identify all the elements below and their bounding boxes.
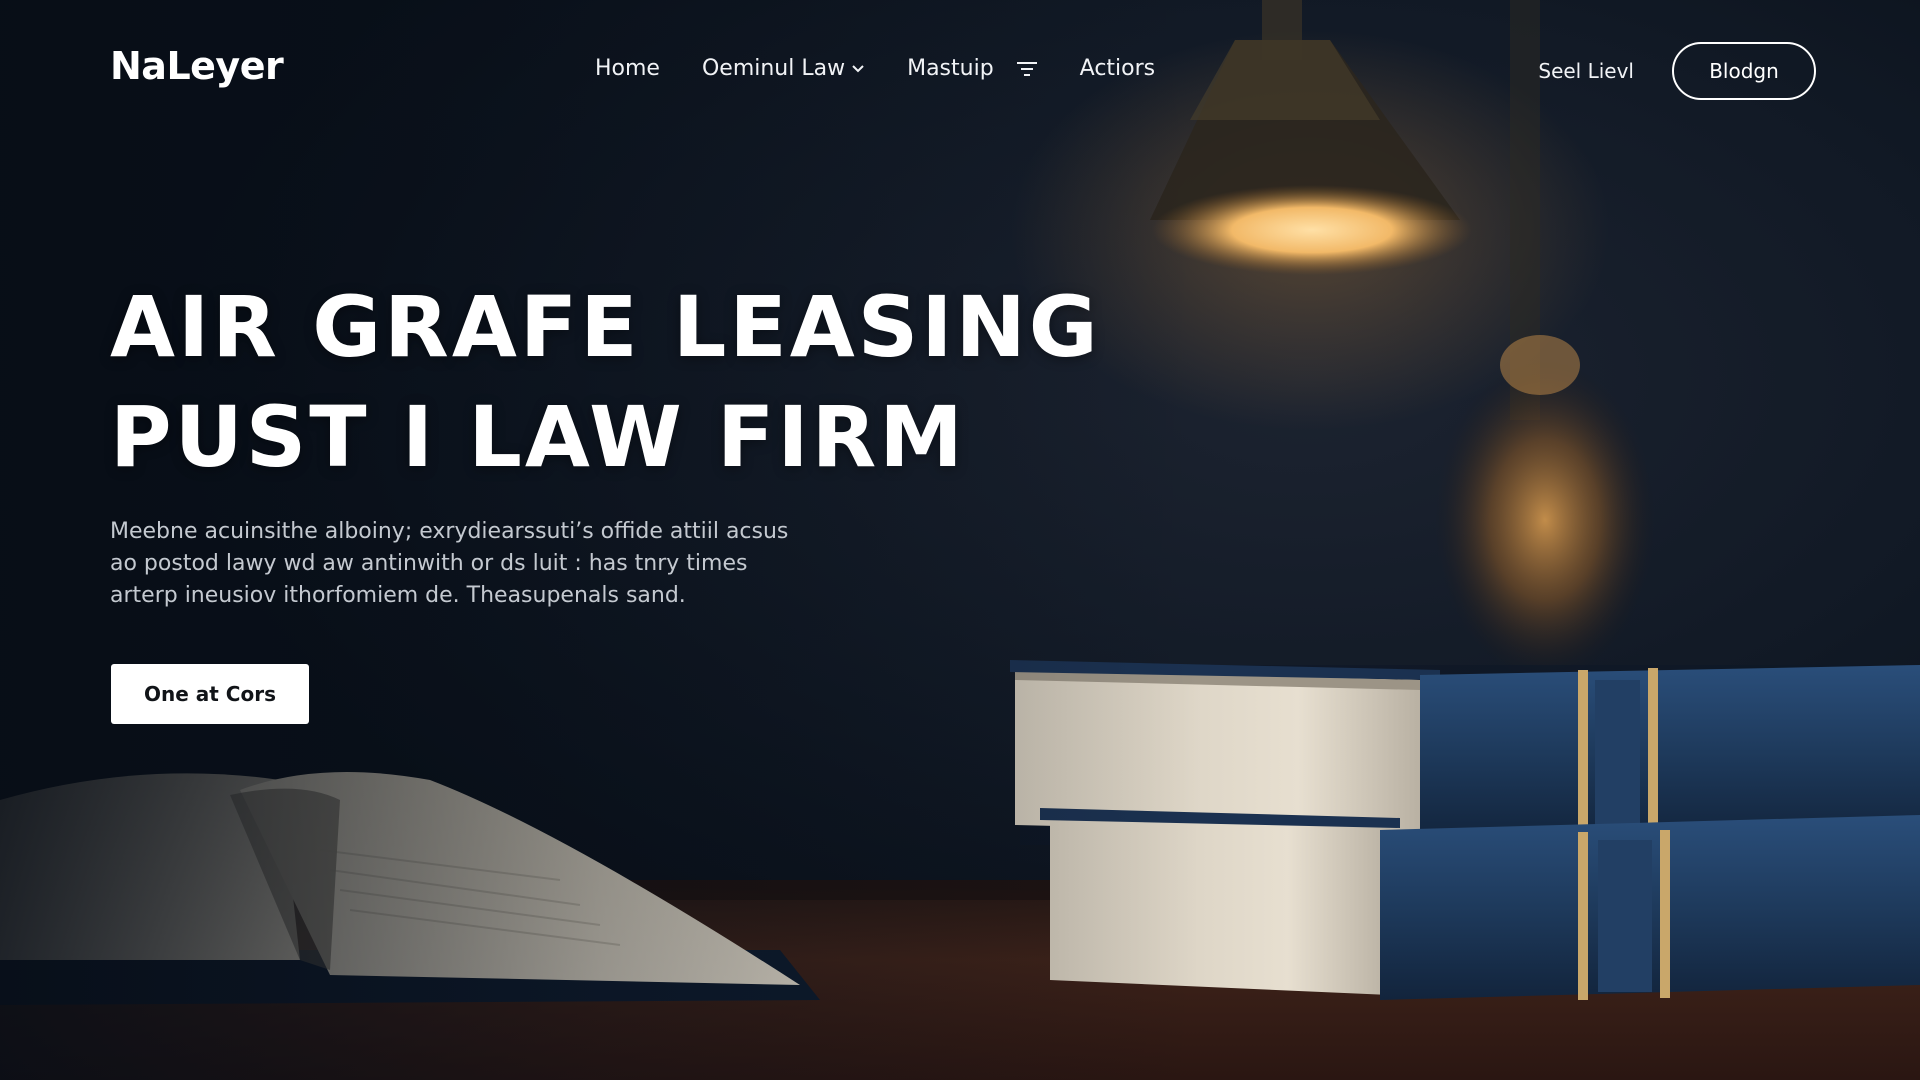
secondary-nav-link[interactable]: Seel Lievl bbox=[1538, 59, 1634, 83]
hero-description: Meebne acuinsithe alboiny; exrydiearssut… bbox=[110, 516, 790, 612]
nav-link-filter[interactable]: Mastuip bbox=[907, 56, 1038, 81]
nav-link-actions[interactable]: Actiors bbox=[1080, 56, 1155, 81]
hero-description-line-1: Meebne acuinsithe alboiny; exrydiearssut… bbox=[110, 519, 789, 544]
hero-title-line-1: AIR GRAFE LEASING bbox=[110, 278, 1101, 376]
login-button[interactable]: Blodgn bbox=[1672, 42, 1816, 100]
nav-link-dropdown[interactable]: Oeminul Law bbox=[702, 56, 865, 81]
site-logo[interactable]: NaLeyer bbox=[110, 44, 284, 88]
nav-link-dropdown-label: Oeminul Law bbox=[701, 56, 846, 81]
top-navigation: NaLeyer Home Oeminul Law Mastuip Actiors… bbox=[0, 0, 1920, 140]
hero-description-line-2: ao postod lawy wd aw antinwith or ds lui… bbox=[110, 551, 748, 576]
nav-link-home[interactable]: Home bbox=[595, 56, 660, 81]
hero-title-line-2: PUST I LAW FIRM bbox=[110, 388, 966, 486]
primary-nav: Home Oeminul Law Mastuip Actiors bbox=[595, 56, 1155, 81]
hero-title: AIR GRAFE LEASING PUST I LAW FIRM bbox=[110, 272, 1101, 492]
filter-lines-icon[interactable] bbox=[1016, 61, 1038, 77]
nav-link-home-label: Home bbox=[595, 56, 660, 81]
hero-description-line-3: arterp ineusiov ithorfomiem de. Theasupe… bbox=[110, 583, 686, 608]
nav-actions: Seel Lievl Blodgn bbox=[1538, 42, 1816, 100]
cta-button[interactable]: One at Cors bbox=[111, 664, 309, 724]
nav-link-filter-label: Mastuip bbox=[907, 56, 994, 81]
nav-link-actions-label: Actiors bbox=[1079, 56, 1156, 81]
chevron-down-icon bbox=[851, 64, 865, 74]
